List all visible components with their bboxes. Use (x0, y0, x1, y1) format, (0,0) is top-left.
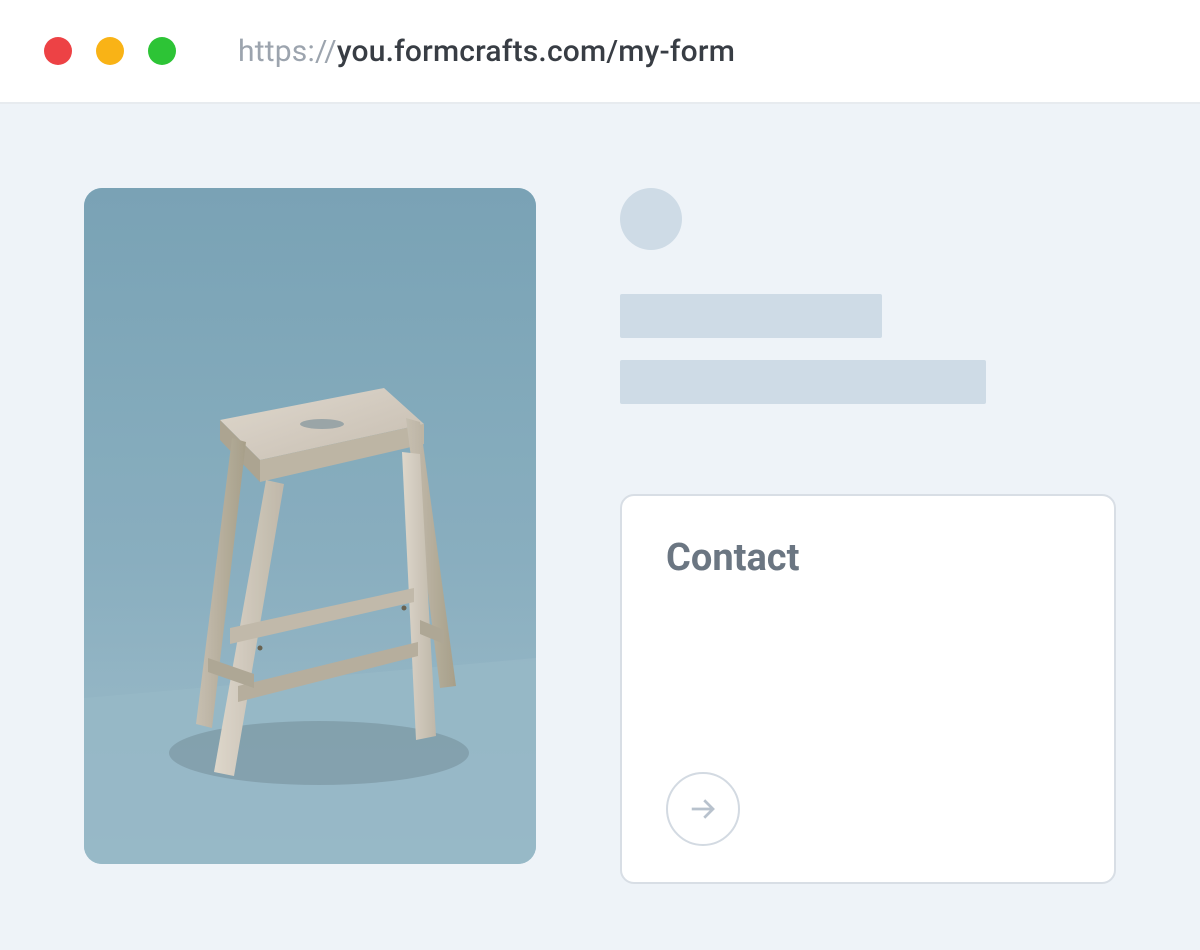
window-controls (44, 37, 176, 65)
text-placeholder-line-2 (620, 360, 986, 404)
browser-chrome: https://you.formcrafts.com/my-form (0, 0, 1200, 104)
url-scheme: https:// (238, 34, 337, 69)
submit-button[interactable] (666, 772, 740, 846)
maximize-window-icon[interactable] (148, 37, 176, 65)
product-image (84, 188, 536, 864)
minimize-window-icon[interactable] (96, 37, 124, 65)
page-content: Contact (0, 104, 1200, 950)
address-bar[interactable]: https://you.formcrafts.com/my-form (238, 34, 735, 69)
right-column: Contact (620, 188, 1116, 950)
close-window-icon[interactable] (44, 37, 72, 65)
url-host-path: you.formcrafts.com/my-form (337, 34, 735, 69)
form-title: Contact (666, 536, 1070, 580)
arrow-right-icon (688, 794, 718, 824)
contact-form-card: Contact (620, 494, 1116, 884)
avatar-placeholder (620, 188, 682, 250)
text-placeholder-line-1 (620, 294, 882, 338)
